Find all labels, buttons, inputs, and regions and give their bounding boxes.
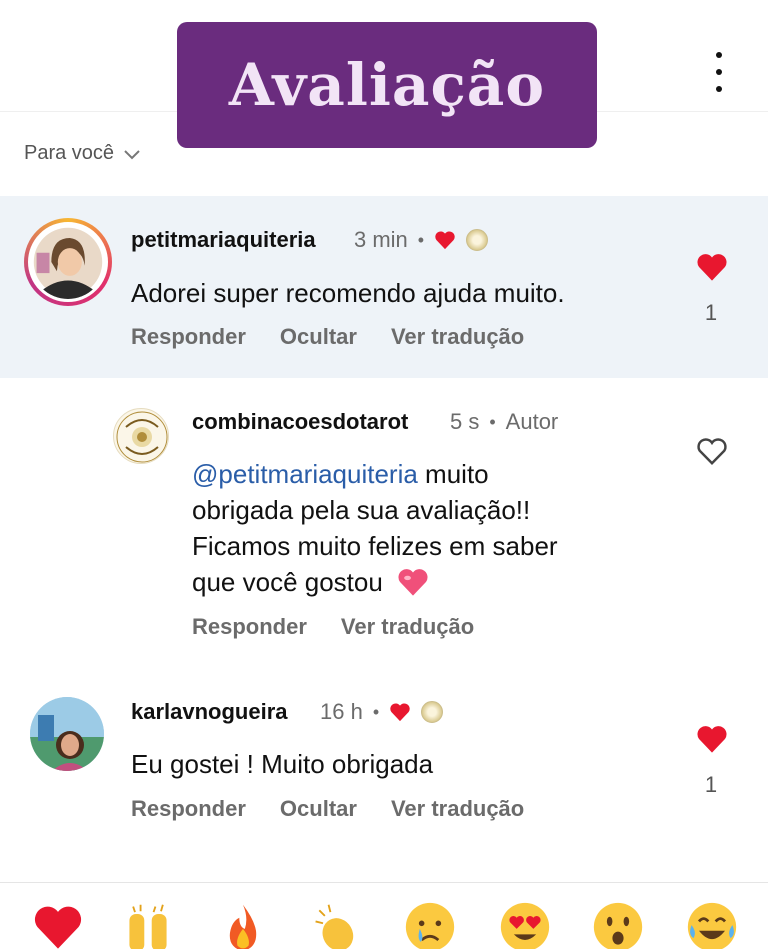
avatar[interactable] bbox=[30, 697, 104, 771]
comment-meta: 3 min • bbox=[354, 227, 489, 253]
like-count: 1 bbox=[704, 300, 718, 325]
creator-avatar-icon bbox=[421, 701, 444, 723]
mention-link[interactable]: @petitmariaquiteria bbox=[192, 459, 418, 489]
comment-text: Adorei super recomendo ajuda muito. bbox=[131, 278, 565, 308]
creator-liked-heart-icon bbox=[390, 703, 410, 722]
banner-title: Avaliação bbox=[228, 51, 546, 119]
reply-time: 5 s bbox=[450, 409, 480, 434]
comment-text: Eu gostei ! Muito obrigada bbox=[131, 749, 434, 779]
tears-of-joy-emoji-button[interactable] bbox=[684, 899, 740, 949]
raising-hands-emoji-button[interactable] bbox=[120, 899, 176, 949]
comment-username[interactable]: karlavnogueira bbox=[131, 699, 288, 725]
reply-button[interactable]: Responder bbox=[131, 324, 246, 350]
reply-meta: 5 s • Autor bbox=[450, 409, 559, 434]
comment-username[interactable]: petitmariaquiteria bbox=[131, 227, 316, 253]
more-options-icon[interactable] bbox=[707, 52, 731, 92]
reply-actions: Responder Ver tradução bbox=[192, 614, 474, 640]
author-label: Autor bbox=[505, 409, 559, 434]
like-heart-icon[interactable] bbox=[695, 252, 729, 282]
chevron-down-icon bbox=[124, 149, 140, 159]
emoji-reaction-bar bbox=[0, 882, 768, 949]
reply-button[interactable]: Responder bbox=[131, 796, 246, 822]
sort-label: Para você bbox=[24, 142, 115, 164]
title-banner: Avaliação bbox=[177, 22, 597, 148]
clapping-hands-emoji-button[interactable] bbox=[308, 899, 364, 949]
heart-eyes-emoji-button[interactable] bbox=[497, 899, 553, 949]
comment-time: 16 h bbox=[320, 699, 363, 724]
like-outline-heart-icon[interactable] bbox=[695, 436, 729, 466]
translate-button[interactable]: Ver tradução bbox=[341, 614, 474, 640]
translate-button[interactable]: Ver tradução bbox=[391, 324, 524, 350]
comment-actions: Responder Ocultar Ver tradução bbox=[131, 324, 524, 350]
hide-button[interactable]: Ocultar bbox=[280, 796, 357, 822]
comment-time: 3 min bbox=[354, 227, 408, 252]
surprised-face-emoji-button[interactable] bbox=[590, 899, 646, 949]
reply-button[interactable]: Responder bbox=[192, 614, 307, 640]
avatar[interactable] bbox=[113, 408, 169, 464]
avatar[interactable] bbox=[24, 218, 112, 306]
like-heart-icon[interactable] bbox=[695, 724, 729, 754]
reply-text: @petitmariaquiteria muito obrigada pela … bbox=[192, 459, 558, 597]
sort-dropdown[interactable]: Para você bbox=[24, 142, 142, 165]
heart-emoji-button[interactable] bbox=[30, 899, 86, 949]
crying-face-emoji-button[interactable] bbox=[402, 899, 458, 949]
translate-button[interactable]: Ver tradução bbox=[391, 796, 524, 822]
comment-meta: 16 h • bbox=[320, 699, 444, 725]
creator-avatar-icon bbox=[466, 229, 489, 251]
creator-liked-heart-icon bbox=[435, 231, 455, 250]
hide-button[interactable]: Ocultar bbox=[280, 324, 357, 350]
like-count: 1 bbox=[704, 772, 718, 797]
fire-emoji-button[interactable] bbox=[215, 899, 271, 949]
comment-actions: Responder Ocultar Ver tradução bbox=[131, 796, 524, 822]
pink-heart-emoji bbox=[398, 569, 428, 596]
reply-username[interactable]: combinacoesdotarot bbox=[192, 409, 408, 435]
